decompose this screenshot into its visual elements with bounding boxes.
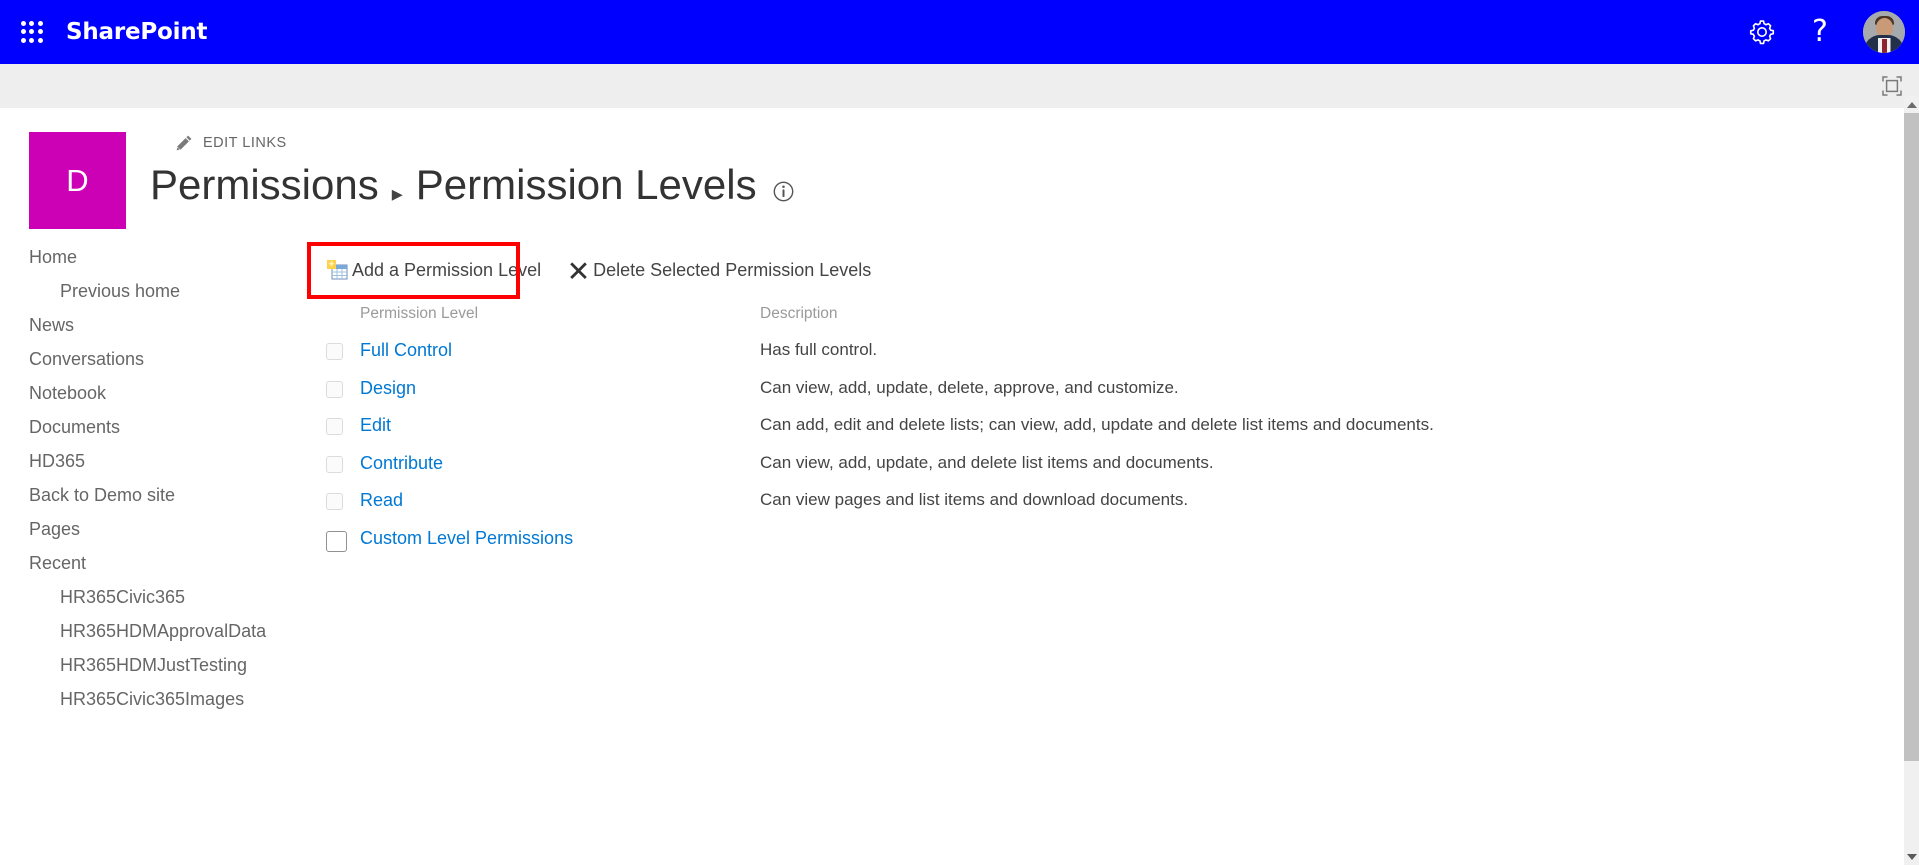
column-header-description: Description <box>760 305 838 322</box>
page-title: Permission Levels <box>415 161 757 208</box>
permission-level-description-contribute: Can view, add, update, and delete list i… <box>760 452 1214 472</box>
nav-item-hr365hdmapprovaldata[interactable]: HR365HDMApprovalData <box>0 614 266 648</box>
add-permission-level-button[interactable]: Add a Permission Level <box>326 253 541 287</box>
main-content: Add a Permission Level Delete Selected P… <box>300 240 1900 564</box>
site-header: D EDIT LINKS Permissions ▸ Permission Le… <box>0 108 1904 230</box>
breadcrumb-title: Permissions ▸ Permission Levels <box>150 156 794 214</box>
scrollbar-thumb[interactable] <box>1904 113 1919 761</box>
nav-item-home[interactable]: Home <box>0 240 300 274</box>
permission-levels-toolbar: Add a Permission Level Delete Selected P… <box>300 240 1900 300</box>
delete-selected-permission-levels-label: Delete Selected Permission Levels <box>593 259 872 280</box>
focus-on-content-icon <box>1882 76 1902 96</box>
nav-item-conversations[interactable]: Conversations <box>0 342 300 376</box>
nav-item-pages[interactable]: Pages <box>0 512 300 546</box>
table-row: Design Can view, add, update, delete, ap… <box>300 377 1900 415</box>
permission-level-description-read: Can view pages and list items and downlo… <box>760 490 1189 509</box>
gear-icon <box>1749 20 1775 45</box>
permission-level-link-read[interactable]: Read <box>360 490 403 510</box>
column-header-permission-level: Permission Level <box>360 305 479 322</box>
delete-selected-permission-levels-button[interactable]: Delete Selected Permission Levels <box>567 253 871 287</box>
nav-item-hd365[interactable]: HD365 <box>0 444 300 478</box>
edit-links-label: EDIT LINKS <box>203 135 287 151</box>
permission-level-link-contribute[interactable]: Contribute <box>360 453 443 473</box>
permission-levels-table: Permission Level Description Full Contro… <box>300 305 1900 564</box>
settings-button[interactable] <box>1733 0 1791 64</box>
table-row: Full Control Has full control. <box>300 339 1900 377</box>
nav-item-documents[interactable]: Documents <box>0 410 300 444</box>
avatar <box>1863 11 1905 53</box>
row-checkbox-design[interactable] <box>326 380 343 398</box>
suite-bar: SharePoint ? <box>0 0 1919 64</box>
nav-item-recent[interactable]: Recent <box>0 546 300 580</box>
question-mark-icon: ? <box>1812 14 1828 49</box>
info-icon <box>773 181 793 202</box>
row-checkbox-custom-level-permissions[interactable] <box>326 530 347 552</box>
row-checkbox-edit[interactable] <box>326 418 343 435</box>
permission-level-link-full-control[interactable]: Full Control <box>360 340 452 360</box>
nav-item-back-to-demo-site[interactable]: Back to Demo site <box>0 478 300 512</box>
sharepoint-brand-link[interactable]: SharePoint <box>66 19 208 45</box>
pencil-icon <box>176 135 192 151</box>
permission-level-link-design[interactable]: Design <box>360 378 416 398</box>
permission-level-description-design: Can view, add, update, delete, approve, … <box>760 377 1179 397</box>
nav-item-notebook[interactable]: Notebook <box>0 376 300 410</box>
help-button[interactable]: ? <box>1791 0 1849 64</box>
nav-item-hr365civic365images[interactable]: HR365Civic365Images <box>0 682 244 716</box>
breadcrumb-parent-link[interactable]: Permissions <box>150 156 379 214</box>
app-launcher-button[interactable] <box>0 0 64 64</box>
new-permission-level-icon <box>326 259 348 281</box>
table-row: Contribute Can view, add, update, and de… <box>300 452 1900 490</box>
info-button[interactable] <box>773 181 794 202</box>
permission-level-description-full-control: Has full control. <box>760 340 878 359</box>
caret-up-icon <box>1906 101 1917 108</box>
caret-down-icon <box>1906 853 1917 860</box>
permission-level-link-edit[interactable]: Edit <box>360 415 391 435</box>
waffle-icon <box>21 21 43 43</box>
breadcrumb-separator-icon: ▸ <box>391 181 403 206</box>
add-permission-level-label: Add a Permission Level <box>352 259 542 280</box>
scroll-up-button[interactable] <box>1904 96 1919 113</box>
account-manager-button[interactable] <box>1849 0 1919 64</box>
nav-item-hr365hdmjusttesting[interactable]: HR365HDMJustTesting <box>0 648 247 682</box>
row-checkbox-read[interactable] <box>326 493 343 510</box>
permission-level-description-edit: Can add, edit and delete lists; can view… <box>760 415 1434 434</box>
nav-item-previous-home[interactable]: Previous home <box>0 274 230 308</box>
scroll-down-button[interactable] <box>1904 848 1919 865</box>
page-body: D EDIT LINKS Permissions ▸ Permission Le… <box>0 108 1904 865</box>
edit-links-button[interactable]: EDIT LINKS <box>175 134 287 152</box>
table-row: Read Can view pages and list items and d… <box>300 489 1900 527</box>
left-navigation: Home Previous home News Conversations No… <box>0 240 300 716</box>
delete-x-icon <box>567 259 589 281</box>
site-logo[interactable]: D <box>29 132 126 229</box>
secondary-toolbar <box>0 64 1919 108</box>
row-checkbox-contribute[interactable] <box>326 455 343 473</box>
vertical-scrollbar[interactable] <box>1904 96 1919 865</box>
row-checkbox-full-control[interactable] <box>326 343 343 360</box>
nav-item-hr365civic365[interactable]: HR365Civic365 <box>0 580 230 614</box>
suite-bar-actions: ? <box>1733 0 1919 64</box>
table-header-row: Permission Level Description <box>300 305 1900 339</box>
permission-level-link-custom-level-permissions[interactable]: Custom Level Permissions <box>360 528 573 548</box>
nav-item-news[interactable]: News <box>0 308 300 342</box>
table-row: Edit Can add, edit and delete lists; can… <box>300 414 1900 452</box>
table-row: Custom Level Permissions <box>300 527 1900 565</box>
